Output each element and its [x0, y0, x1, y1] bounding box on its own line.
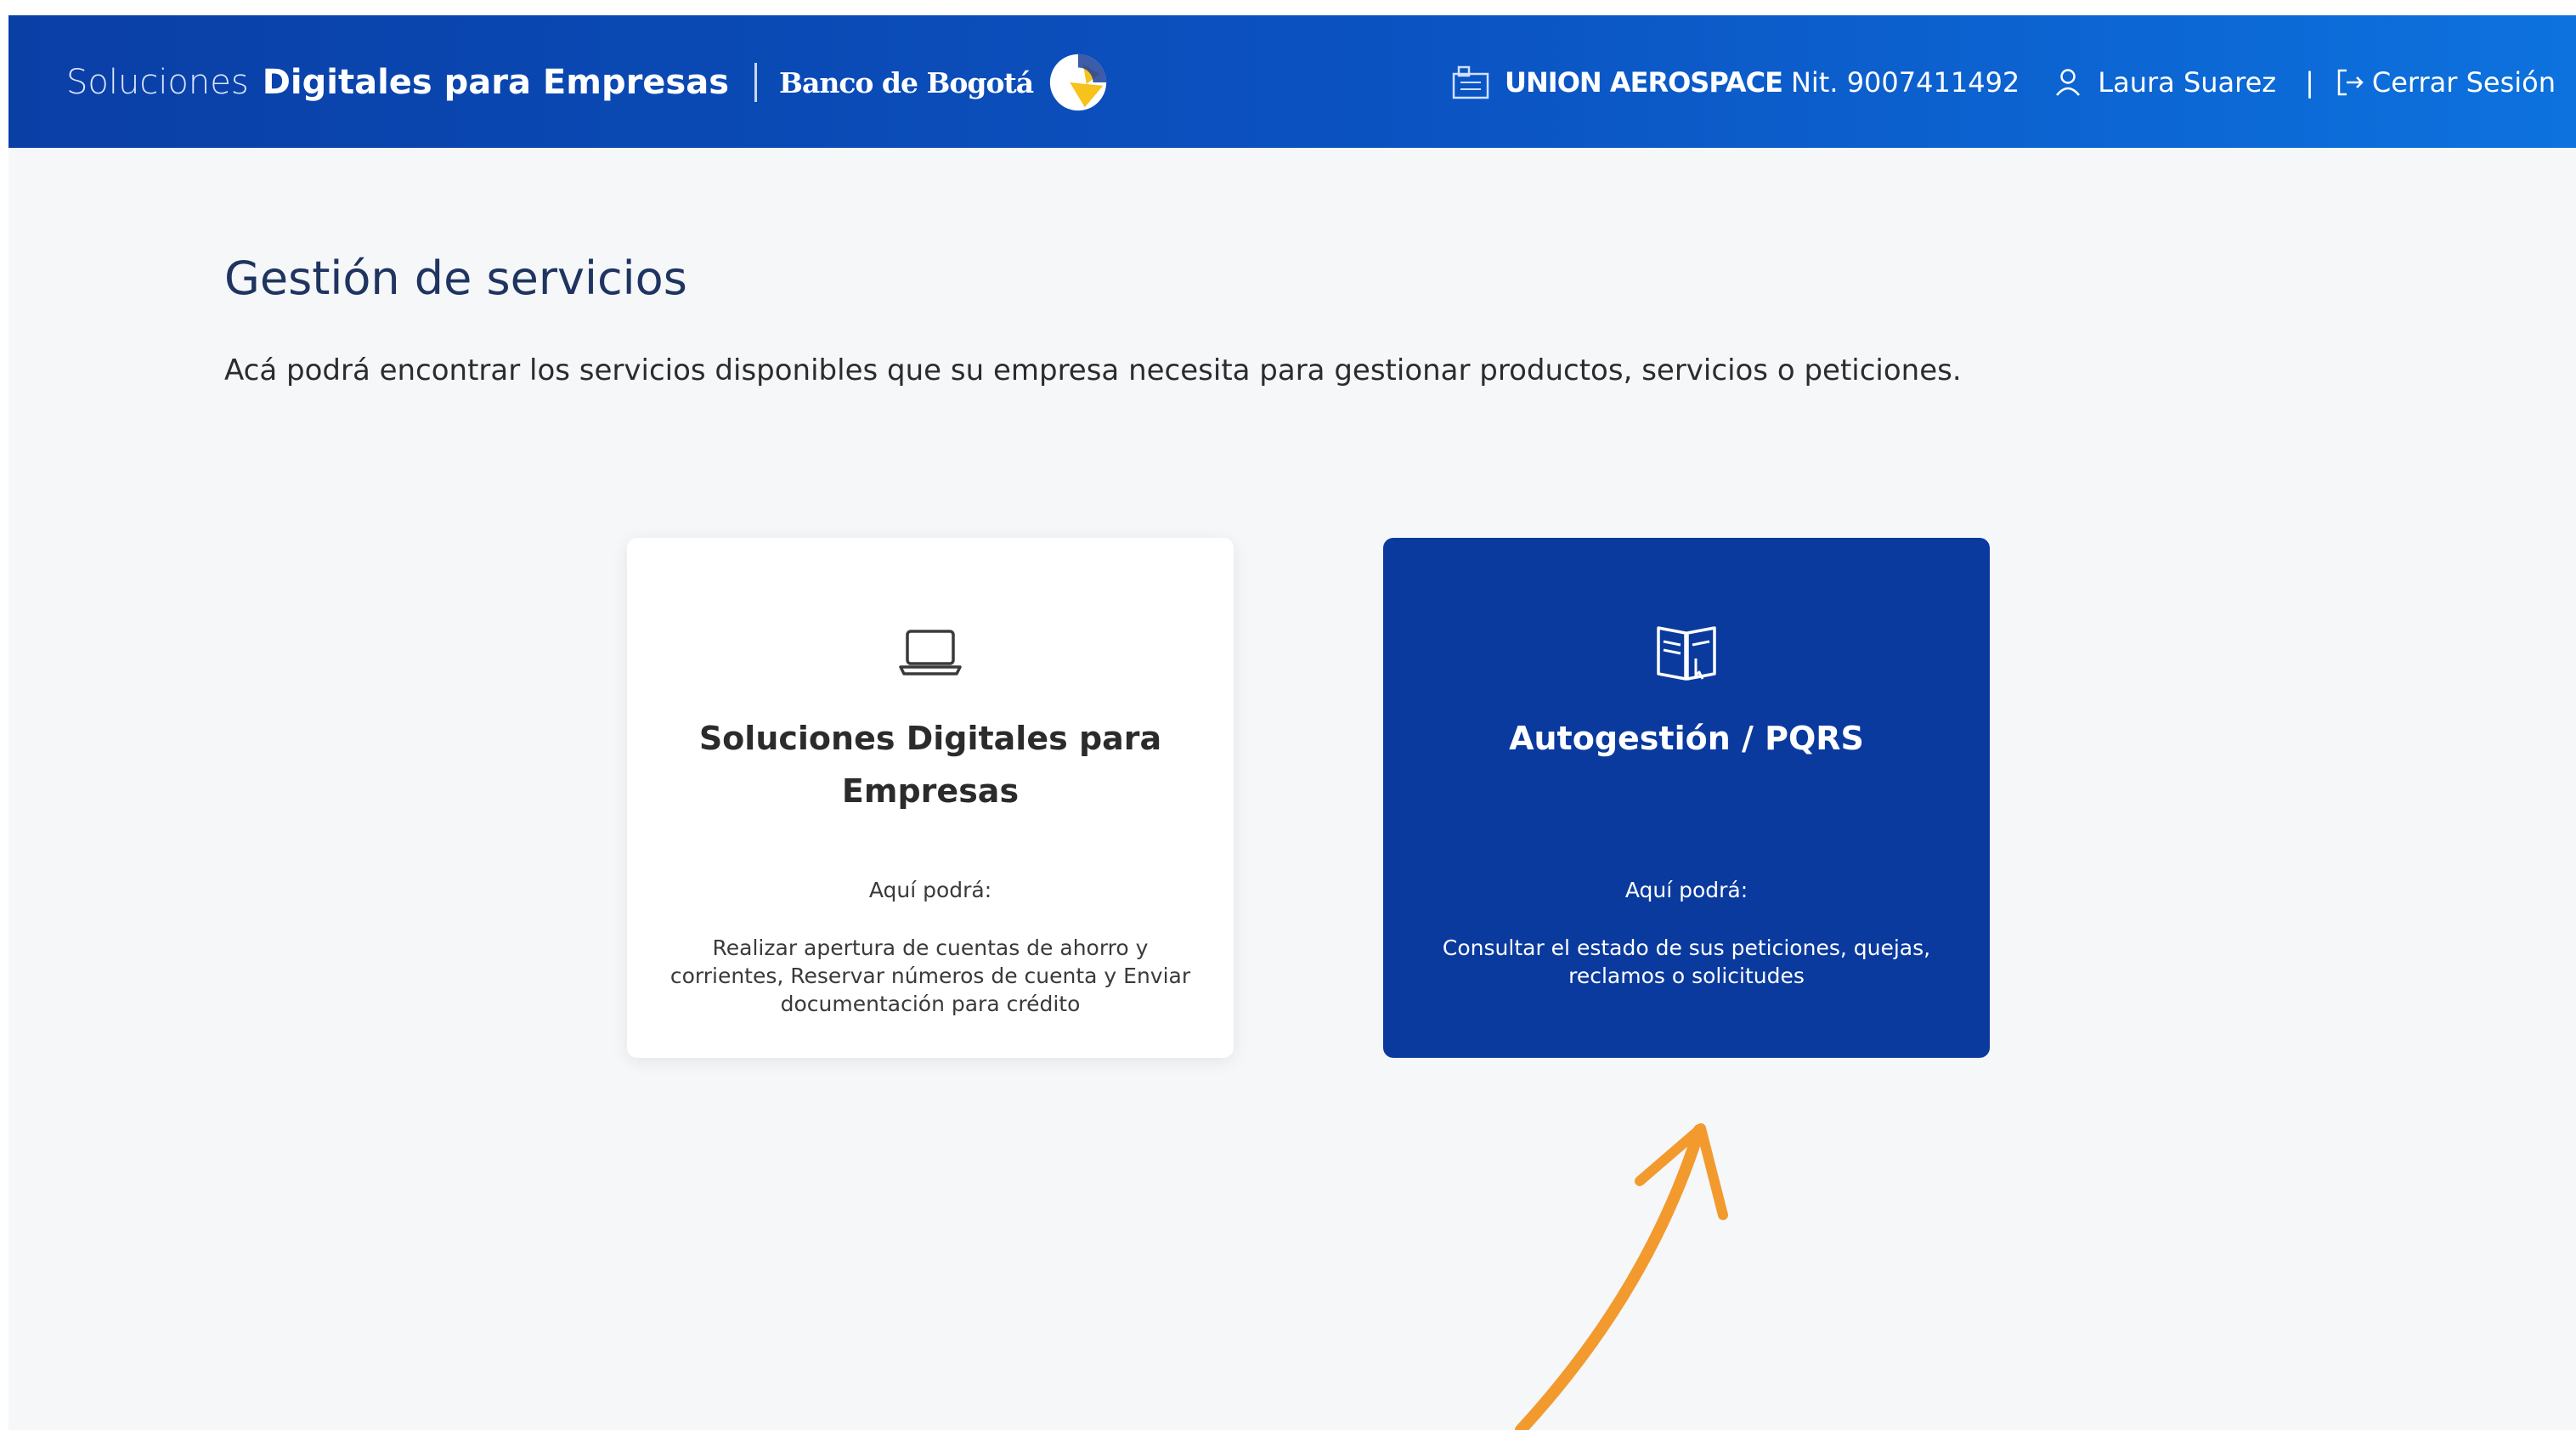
company-name: UNION AEROSPACE: [1505, 66, 1783, 99]
card-description: Realizar apertura de cuentas de ahorro y…: [669, 935, 1191, 1016]
logout-button[interactable]: Cerrar Sesión: [2336, 66, 2556, 99]
card-autogestion-pqrs[interactable]: Autogestión / PQRS Aquí podrá: Consultar…: [1383, 538, 1990, 1058]
annotation-arrow: [1515, 1123, 1728, 1430]
brand[interactable]: Soluciones Digitales para Empresas Banco…: [66, 53, 1111, 112]
card-title: Autogestión / PQRS: [1509, 720, 1864, 757]
logout-icon: [2337, 69, 2364, 96]
card-subtitle: Aquí podrá:: [868, 878, 992, 902]
book-pointer-icon: [1657, 626, 1716, 681]
brand-main: Digitales para Empresas: [262, 63, 730, 102]
user-area: UNION AEROSPACE Nit. 9007411492 Laura Su…: [1452, 53, 2556, 112]
logout-label: Cerrar Sesión: [2371, 66, 2556, 99]
page-title: Gestión de servicios: [224, 252, 687, 305]
card-soluciones-digitales[interactable]: Soluciones Digitales para Empresas Aquí …: [627, 538, 1234, 1058]
building-icon: [1452, 65, 1489, 99]
brand-prefix: Soluciones: [66, 63, 249, 102]
card-title: Soluciones Digitales para Empresas: [698, 720, 1162, 810]
card-subtitle: Aquí podrá:: [1624, 878, 1748, 902]
brand-divider: [754, 63, 758, 102]
bank-name: Banco de Bogotá: [779, 65, 1034, 99]
card-description: Consultar el estado de sus peticiones, q…: [1442, 935, 1931, 988]
page-description: Acá podrá encontrar los servicios dispon…: [224, 353, 1962, 387]
header-divider: |: [2305, 66, 2314, 99]
page-frame: Soluciones Digitales para Empresas Banco…: [8, 15, 2576, 1430]
user-name[interactable]: Laura Suarez: [2098, 66, 2276, 99]
bank-logo-icon: [1049, 54, 1107, 111]
company-nit: Nit. 9007411492: [1790, 66, 2020, 99]
laptop-icon: [899, 630, 962, 675]
top-bar: Soluciones Digitales para Empresas Banco…: [8, 15, 2576, 148]
user-icon: [2056, 69, 2081, 96]
